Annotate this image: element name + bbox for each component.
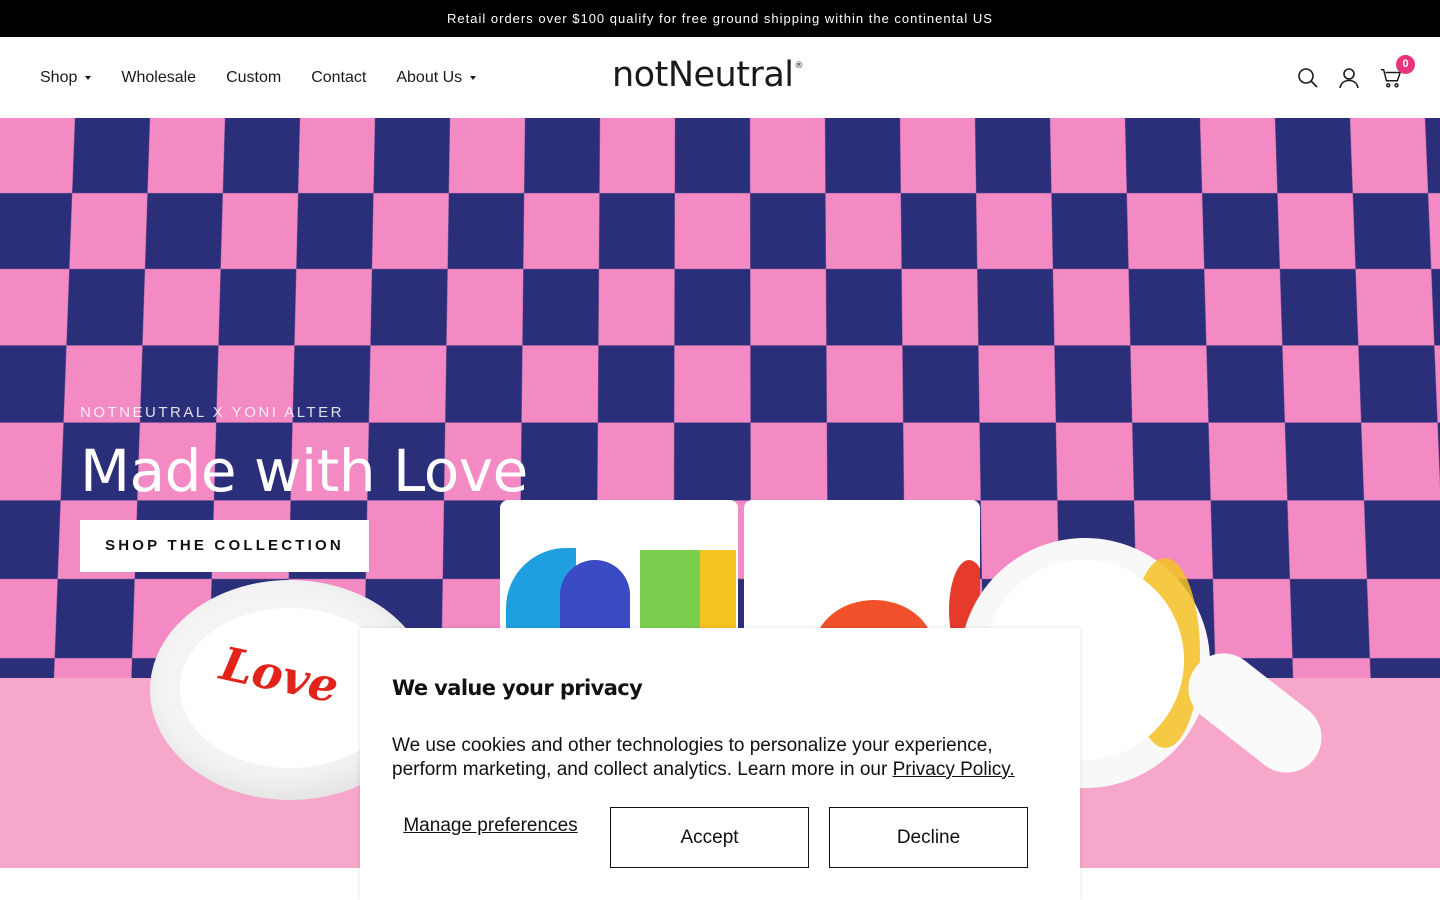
manage-preferences-link[interactable]: Manage preferences — [392, 814, 589, 837]
site-header: Shop Wholesale Custom Contact About Us n… — [0, 37, 1440, 118]
hero-content: NOTNEUTRAL X YONI ALTER Made with Love S… — [80, 404, 528, 572]
hero-kicker: NOTNEUTRAL X YONI ALTER — [80, 404, 528, 421]
nav-item-label: About Us — [396, 69, 462, 87]
decline-button[interactable]: Decline — [829, 807, 1028, 868]
announcement-bar: Retail orders over $100 qualify for free… — [0, 0, 1440, 37]
cookie-title: We value your privacy — [392, 676, 642, 700]
main-nav: Shop Wholesale Custom Contact About Us — [40, 37, 506, 118]
hero-title: Made with Love — [80, 441, 528, 502]
shop-collection-button[interactable]: SHOP THE COLLECTION — [80, 520, 369, 572]
nav-item-label: Wholesale — [121, 69, 196, 87]
announcement-text: Retail orders over $100 qualify for free… — [447, 11, 993, 26]
nav-item-contact[interactable]: Contact — [311, 69, 366, 87]
nav-item-label: Custom — [226, 69, 281, 87]
cookie-body: We use cookies and other technologies to… — [392, 734, 1032, 782]
search-icon[interactable] — [1296, 67, 1318, 89]
nav-item-shop[interactable]: Shop — [40, 69, 91, 87]
privacy-policy-link[interactable]: Privacy Policy. — [893, 759, 1015, 780]
cart-icon[interactable]: 0 — [1380, 67, 1402, 89]
accept-button[interactable]: Accept — [610, 807, 809, 868]
nav-item-about-us[interactable]: About Us — [396, 69, 476, 87]
cart-count-badge: 0 — [1396, 55, 1415, 74]
nav-item-label: Contact — [311, 69, 366, 87]
account-icon[interactable] — [1338, 67, 1360, 89]
header-icons: 0 — [1296, 37, 1402, 118]
mug-love-text: Love — [216, 636, 344, 714]
nav-item-label: Shop — [40, 69, 77, 87]
nav-item-wholesale[interactable]: Wholesale — [121, 69, 196, 87]
cookie-consent-banner: We value your privacy We use cookies and… — [360, 628, 1080, 900]
caret-down-icon — [470, 76, 476, 80]
site-logo[interactable]: notNeutral ® — [612, 55, 803, 101]
caret-down-icon — [85, 76, 91, 80]
nav-item-custom[interactable]: Custom — [226, 69, 281, 87]
logo-text: notNeutral — [612, 55, 794, 95]
registered-mark: ® — [795, 61, 804, 71]
